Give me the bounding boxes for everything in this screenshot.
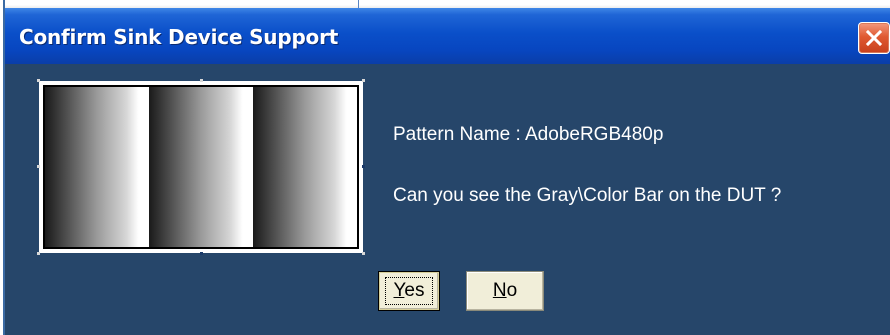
gray-bar: [149, 87, 253, 247]
selection-handle: [37, 252, 40, 255]
selection-handle: [362, 79, 365, 82]
selection-handle: [200, 79, 203, 82]
no-button[interactable]: No: [466, 271, 544, 311]
pattern-name-text: Pattern Name : AdobeRGB480p: [393, 124, 664, 145]
gray-bar: [253, 87, 357, 247]
dialog-title: Confirm Sink Device Support: [19, 25, 339, 49]
no-button-label: No: [492, 280, 518, 301]
window-top-edge: [5, 0, 890, 8]
pattern-preview-frame: [39, 81, 363, 253]
selection-handle: [37, 165, 40, 168]
confirm-dialog: Confirm Sink Device Support Pattern Name…: [3, 0, 890, 335]
gray-bar: [45, 87, 149, 247]
title-bar[interactable]: Confirm Sink Device Support: [5, 8, 890, 64]
color-bar-pattern: [43, 85, 359, 249]
selection-handle: [362, 252, 365, 255]
yes-button-label: Yes: [393, 280, 425, 301]
pattern-preview: [35, 77, 367, 257]
selection-handle: [362, 165, 365, 168]
selection-handle: [37, 79, 40, 82]
close-button[interactable]: [858, 22, 890, 54]
selection-handle: [200, 252, 203, 255]
question-text: Can you see the Gray\Color Bar on the DU…: [393, 185, 782, 206]
close-icon: [866, 30, 882, 46]
yes-button[interactable]: Yes: [378, 271, 440, 311]
